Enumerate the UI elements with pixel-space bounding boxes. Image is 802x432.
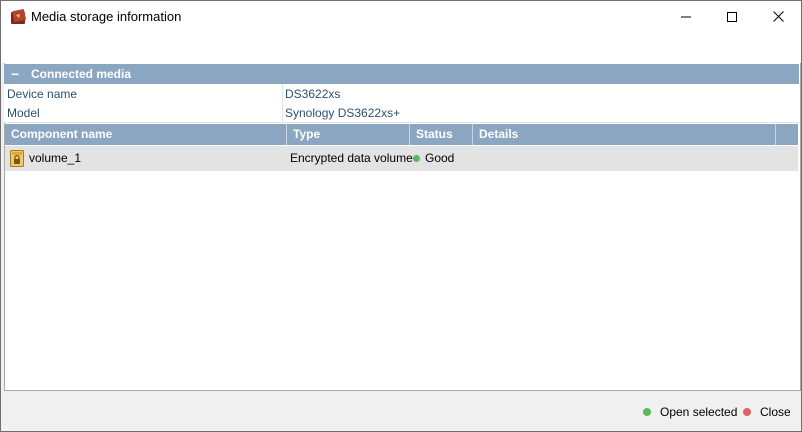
group-title: Connected media	[31, 67, 132, 81]
group-header-connected-media[interactable]: − Connected media	[4, 64, 799, 84]
info-label: Model	[7, 106, 40, 120]
divider	[282, 103, 283, 122]
maximize-button[interactable]	[709, 1, 755, 32]
info-row-device-name: Device name DS3622xs	[4, 84, 799, 104]
column-header-component-name[interactable]: Component name	[5, 124, 287, 145]
close-button[interactable]: Close	[743, 404, 791, 420]
top-spacer	[1, 32, 801, 63]
encrypted-volume-icon	[10, 150, 24, 167]
red-dot-icon	[743, 408, 751, 416]
cell-type: Encrypted data volume	[290, 151, 413, 165]
cell-component-name: volume_1	[29, 151, 82, 165]
maximize-icon	[727, 11, 737, 22]
column-header-filler	[776, 124, 798, 145]
green-dot-icon	[643, 408, 651, 416]
divider	[282, 84, 283, 103]
status-good-icon	[413, 155, 420, 162]
info-value: Synology DS3622xs+	[285, 106, 401, 120]
collapse-icon[interactable]: −	[11, 66, 23, 82]
close-label: Close	[760, 405, 791, 419]
column-header-type[interactable]: Type	[287, 124, 410, 145]
cell-status: Good	[425, 151, 455, 165]
close-window-button[interactable]	[755, 1, 801, 32]
column-header-status[interactable]: Status	[410, 124, 473, 145]
column-header-details[interactable]: Details	[473, 124, 776, 145]
table-header: Component name Type Status Details	[5, 124, 798, 145]
minimize-icon	[681, 16, 691, 17]
info-label: Device name	[7, 87, 78, 101]
open-selected-button[interactable]: Open selected	[643, 404, 737, 420]
table-row[interactable]: volume_1 Encrypted data volume Good	[5, 146, 798, 171]
title-bar[interactable]: Media storage information	[1, 1, 801, 32]
info-row-model: Model Synology DS3622xs+	[4, 103, 799, 123]
media-storage-window: Media storage information − Connected me…	[0, 0, 802, 432]
window-title: Media storage information	[31, 9, 182, 24]
info-value: DS3622xs	[285, 87, 341, 101]
minimize-button[interactable]	[663, 1, 709, 32]
open-selected-label: Open selected	[660, 405, 738, 419]
app-icon	[11, 9, 26, 24]
close-icon	[772, 11, 784, 22]
